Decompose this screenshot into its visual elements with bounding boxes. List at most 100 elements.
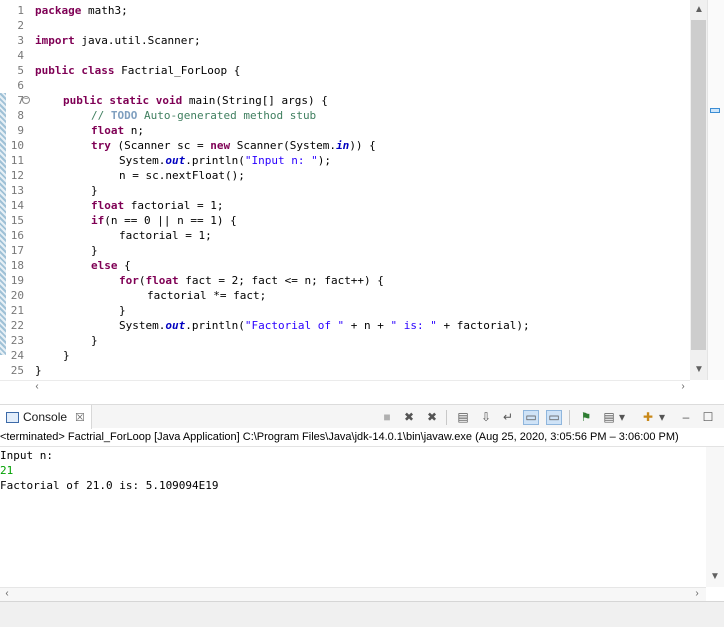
code-line: } [91,334,98,347]
line-number: 8 [17,109,24,122]
console-output-line: Factorial of 21.0 is: 5.109094E19 [0,479,219,492]
line-number: 9 [17,124,24,137]
code-line: } [91,184,98,197]
terminate-icon[interactable]: ■ [379,410,395,425]
keyword: new [210,139,231,152]
comment: Auto-generated method stub [137,109,317,122]
line-number: 15 [10,214,24,227]
code-token: System. [119,154,166,167]
console-view-header: Console ☒ ■ ✖ ✖ ▤ ⇩ ↵ ▭ ▭ ⚑ ▤ ▾ ✚ ▾ ‒ ☐ [0,404,724,429]
minimize-icon[interactable]: ‒ [678,410,694,425]
word-wrap-icon[interactable]: ↵ [500,410,516,425]
line-number: 13 [10,184,24,197]
comment: // [91,109,111,122]
chevron-down-icon[interactable]: ▾ [657,410,667,425]
code-token: Factrial_ForLoop { [114,64,241,77]
keyword: float [145,274,179,287]
code-line: package math3; [35,3,128,18]
keyword: float [91,124,125,137]
console-status-line: <terminated> Factrial_ForLoop [Java Appl… [0,429,724,447]
line-number: 19 [10,274,24,287]
keyword: public static void [63,94,183,107]
line-number: 24 [10,349,24,362]
fold-collapse-icon[interactable]: − [22,96,30,104]
maximize-icon[interactable]: ☐ [700,410,716,425]
tab-label: Console [23,410,68,424]
code-token: (Scanner sc = [110,139,211,152]
code-token: main(String[] args) { [182,94,328,107]
chevron-down-icon[interactable]: ▾ [617,410,627,425]
code-token: java.util.Scanner; [74,34,201,47]
console-icon [6,411,19,423]
console-vertical-scrollbar[interactable]: ▼ [706,447,724,587]
line-number: 6 [17,79,24,92]
process-status-label: <terminated> Factrial_ForLoop [Java Appl… [0,431,679,443]
scroll-right-icon[interactable]: › [690,588,704,600]
show-stderr-icon[interactable]: ▭ [546,410,562,425]
keyword: for [119,274,139,287]
static-field: out [165,154,186,167]
code-line: n = sc.nextFloat(); [119,169,245,182]
scroll-down-icon[interactable]: ▼ [708,571,722,583]
line-number: 14 [10,199,24,212]
scroll-left-icon[interactable]: ‹ [30,381,44,393]
scroll-down-icon[interactable]: ▼ [692,364,706,376]
code-text-area[interactable]: package math3; import java.util.Scanner;… [35,0,685,380]
code-token: { [117,259,131,272]
remove-launch-icon[interactable]: ✖ [401,410,417,425]
line-number: 1 [17,4,24,17]
keyword: public class [35,64,115,77]
keyword: else [91,259,118,272]
string-literal: "Input n: " [244,154,318,167]
code-line: } [35,364,42,377]
overview-marker[interactable] [710,108,720,113]
code-line: System.out.println("Factorial of " + n +… [119,318,530,333]
line-number: 5 [17,64,24,77]
code-token: math3; [81,4,128,17]
code-token: ( [138,274,146,287]
line-number: 25 [10,364,24,377]
line-number: 22 [10,319,24,332]
line-number: 3 [17,34,24,47]
static-field: out [165,319,186,332]
editor-horizontal-scrollbar[interactable]: ‹ › [0,380,690,392]
clear-console-icon[interactable]: ▤ [455,410,471,425]
code-line: for(float fact = 2; fact <= n; fact++) { [119,273,384,288]
tab-console[interactable]: Console ☒ [0,405,92,429]
scroll-up-icon[interactable]: ▲ [692,4,706,16]
code-token: .println( [185,319,245,332]
scroll-right-icon[interactable]: › [676,381,690,393]
open-console-icon[interactable]: ✚ [640,410,656,425]
code-line: factorial = 1; [119,229,212,242]
overview-ruler[interactable] [707,0,724,380]
string-literal: "Factorial of " [244,319,345,332]
line-number: 16 [10,229,24,242]
close-icon[interactable]: ☒ [75,411,85,424]
code-line: try (Scanner sc = new Scanner(System.in)… [91,138,376,153]
pin-console-icon[interactable]: ⚑ [578,410,594,425]
line-number: 17 [10,244,24,257]
code-line: float factorial = 1; [91,198,223,213]
code-editor[interactable]: 1 2 3 4 5 6 7 8 9 10 11 12 13 14 15 16 17 18 19 20 21 22 23 24 2… [0,0,724,398]
code-token: .println( [185,154,245,167]
line-number-gutter: 1 2 3 4 5 6 7 8 9 10 11 12 13 14 15 16 17 18 19 20 21 22 23 24 2… [0,0,28,380]
console-horizontal-scrollbar[interactable]: ‹ › [0,587,706,601]
code-line: public static void main(String[] args) { [63,93,328,108]
keyword: try [91,139,111,152]
code-token: + factorial); [436,319,530,332]
remove-all-terminated-icon[interactable]: ✖ [424,410,440,425]
console-input-line: 21 [0,464,14,477]
line-number: 23 [10,334,24,347]
code-token: fact = 2; fact <= n; fact++) { [178,274,384,287]
keyword: import [35,34,75,47]
line-number: 4 [17,49,24,62]
display-console-icon[interactable]: ▤ [601,410,617,425]
line-number: 2 [17,19,24,32]
keyword: float [91,199,125,212]
scroll-left-icon[interactable]: ‹ [0,588,14,600]
code-line: System.out.println("Input n: "); [119,153,331,168]
console-output-area[interactable]: Input n: 21 Factorial of 21.0 is: 5.1090… [0,447,706,585]
scroll-lock-icon[interactable]: ⇩ [478,410,494,425]
editor-scroll-thumb[interactable] [691,20,706,350]
show-stdout-icon[interactable]: ▭ [523,410,539,425]
